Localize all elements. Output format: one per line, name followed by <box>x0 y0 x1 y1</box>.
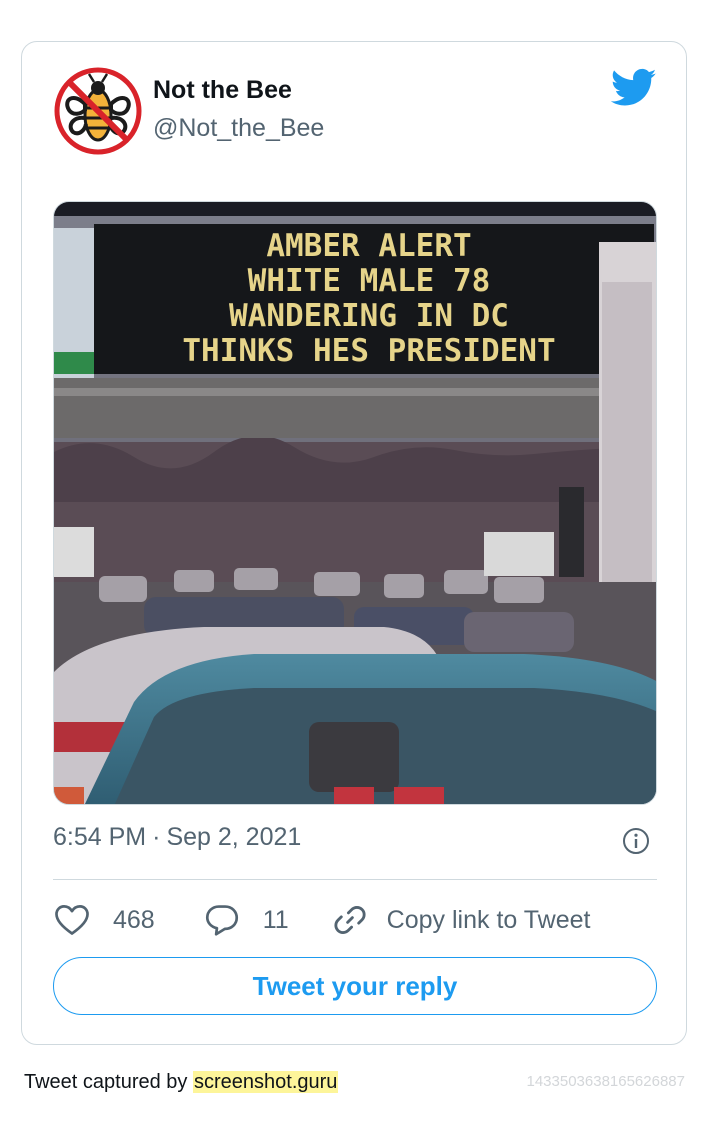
captured-by-label: Tweet captured by <box>24 1071 188 1093</box>
link-icon <box>334 906 366 934</box>
tweet-card: Not the Bee @Not_the_Bee AMBER ALERT WHI… <box>21 41 687 1045</box>
like-button[interactable]: 468 <box>53 901 155 939</box>
screenshot-guru-link[interactable]: screenshot.guru <box>193 1071 339 1093</box>
sign-line-1: AMBER ALERT <box>266 228 471 264</box>
no-bee-logo-icon[interactable] <box>53 66 143 156</box>
twitter-bird-icon[interactable] <box>611 68 657 108</box>
divider <box>53 879 657 880</box>
highway-sign-photo: AMBER ALERT WHITE MALE 78 WANDERING IN D… <box>54 202 656 804</box>
sign-line-4: THINKS HES PRESIDENT <box>182 333 555 369</box>
info-icon[interactable] <box>622 827 650 855</box>
reply-button[interactable]: 11 <box>203 901 289 939</box>
sign-line-2: WHITE MALE 78 <box>248 263 491 299</box>
sign-line-3: WANDERING IN DC <box>229 298 509 334</box>
tweet-timestamp[interactable]: 6:54 PM · Sep 2, 2021 <box>53 823 301 852</box>
tweet-actions: 468 11 Copy link to Tweet <box>53 900 657 940</box>
timestamp-separator: · <box>152 823 161 851</box>
reply-count: 11 <box>262 905 289 934</box>
tweet-date: Sep 2, 2021 <box>166 823 302 851</box>
tweet-photo[interactable]: AMBER ALERT WHITE MALE 78 WANDERING IN D… <box>53 201 657 805</box>
capture-credit: Tweet captured by screenshot.guru <box>24 1071 339 1094</box>
heart-icon <box>55 905 89 935</box>
tweet-time: 6:54 PM <box>53 823 147 851</box>
author-name[interactable]: Not the Bee <box>153 76 292 105</box>
tweet-id: 1433503638165626887 <box>526 1073 685 1090</box>
tweet-your-reply-button[interactable]: Tweet your reply <box>53 957 657 1015</box>
speech-bubble-icon <box>205 905 238 936</box>
like-count: 468 <box>113 905 155 934</box>
copy-link-label: Copy link to Tweet <box>386 905 591 934</box>
copy-link-button[interactable]: Copy link to Tweet <box>331 901 591 939</box>
author-handle[interactable]: @Not_the_Bee <box>153 114 324 143</box>
